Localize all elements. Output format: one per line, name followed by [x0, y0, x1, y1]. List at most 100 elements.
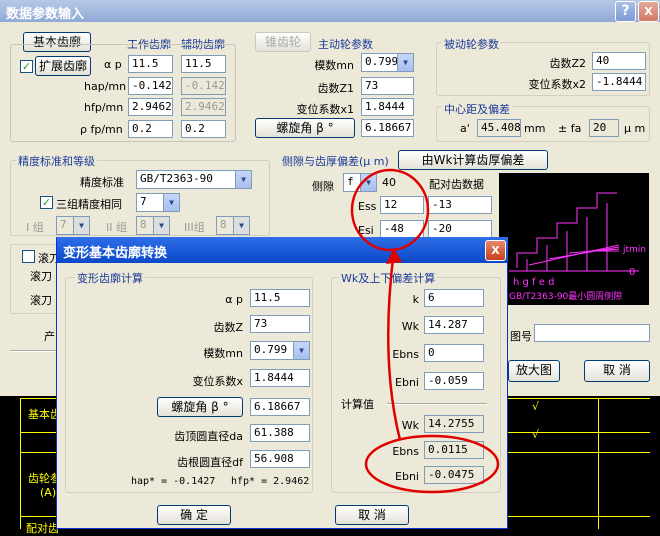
main-cancel-button[interactable]: 取 消 — [584, 360, 650, 382]
a-input: 45.408 — [477, 119, 521, 137]
d-da-input[interactable]: 61.388 — [250, 424, 310, 442]
backlash-select[interactable]: f ▼ — [343, 173, 377, 192]
chevron-down-icon: ▼ — [73, 217, 89, 234]
k-label: k — [412, 293, 419, 306]
a-label: a' — [460, 122, 470, 135]
g1-label: I 组 — [26, 221, 44, 234]
ebni-out-field: -0.0475 — [424, 466, 484, 484]
std-select[interactable]: GB/T2363-90 ▼ — [136, 170, 252, 189]
chevron-down-icon[interactable]: ▼ — [293, 342, 309, 359]
wk-out-field: 14.2755 — [424, 415, 484, 433]
help-button[interactable]: ? — [615, 1, 636, 22]
z2-label: 齿数Z2 — [549, 57, 586, 70]
esi-mate-input[interactable]: -20 — [428, 220, 492, 238]
three-grade-checkbox[interactable]: ✓ — [40, 196, 53, 209]
wk-label: Wk — [401, 320, 419, 333]
g2-label: II 组 — [106, 221, 127, 234]
three-grade-select[interactable]: 7 ▼ — [136, 193, 180, 212]
helix-angle-input[interactable]: 6.18667 — [361, 119, 414, 137]
dialog-ok-button[interactable]: 确 定 — [157, 505, 231, 525]
roll-label-2: 滚刀 — [30, 294, 52, 307]
backlash-header: 侧隙与齿厚偏差(μ m) — [282, 155, 389, 168]
d-mn-select[interactable]: 0.799 ▼ — [250, 341, 310, 360]
hfp-result: hfp* = 2.9462 — [231, 476, 310, 487]
zoom-button[interactable]: 放大图 — [508, 360, 560, 382]
calc-from-wk-button[interactable]: 由Wk计算齿厚偏差 — [398, 150, 548, 170]
z1-input[interactable]: 73 — [361, 77, 414, 95]
g2-select: 8 ▼ — [136, 216, 170, 235]
backlash-value: f — [347, 175, 354, 188]
table-col-line — [20, 398, 21, 529]
esi-input[interactable]: -48 — [380, 220, 424, 238]
g1-value: 7 — [60, 218, 67, 231]
std-value: GB/T2363-90 — [140, 172, 213, 185]
chevron-down-icon[interactable]: ▼ — [235, 171, 251, 188]
deform-group-header: 变形齿廓计算 — [75, 270, 145, 286]
g3-select: 8 ▼ — [216, 216, 250, 235]
center-header: 中心距及偏差 — [442, 101, 512, 117]
row2-sub: (A) — [40, 486, 57, 499]
table-col-line — [598, 398, 599, 529]
chevron-down-icon[interactable]: ▼ — [397, 54, 413, 71]
d-helix-button[interactable]: 螺旋角 β ° — [157, 397, 243, 417]
backlash-extra: 40 — [382, 176, 396, 189]
drawing-no-input[interactable] — [534, 324, 650, 342]
ess-input[interactable]: 12 — [380, 196, 424, 214]
k-input[interactable]: 6 — [424, 289, 484, 307]
diagram-caption: GB/T2363-90最小圆周侧隙 — [509, 290, 622, 302]
ess-mate-input[interactable]: -13 — [428, 196, 492, 214]
dialog-cancel-button[interactable]: 取 消 — [335, 505, 409, 525]
backlash-diagram: jtmin 0 h g f e d GB/T2363-90最小圆周侧隙 — [499, 173, 649, 305]
d-x-label: 变位系数x — [192, 375, 243, 388]
calc-divider — [387, 403, 487, 405]
z2-input[interactable]: 40 — [592, 52, 646, 70]
wk-input[interactable]: 14.287 — [424, 316, 484, 334]
d-df-input[interactable]: 56.908 — [250, 450, 310, 468]
d-alpha-input[interactable]: 11.5 — [250, 289, 310, 307]
roll-checkbox[interactable] — [22, 250, 35, 263]
chevron-down-icon[interactable]: ▼ — [360, 174, 376, 191]
calc-header: 计算值 — [341, 398, 374, 411]
main-titlebar: 数据参数输入 — [0, 0, 660, 22]
g1-select: 7 ▼ — [56, 216, 90, 235]
fa-label: ± fa — [558, 122, 582, 135]
esi-label: Esi — [358, 224, 374, 237]
chevron-down-icon: ▼ — [153, 217, 169, 234]
drawing-no-label: 图号 — [510, 330, 532, 343]
z1-label: 齿数Z1 — [317, 82, 354, 95]
module-select[interactable]: 0.799 ▼ — [361, 53, 414, 72]
bevel-gear-button: 锥齿轮 — [255, 32, 311, 52]
wk-out-label: Wk — [401, 419, 419, 432]
three-grade-label: 三组精度相同 — [56, 198, 122, 211]
d-z-input[interactable]: 73 — [250, 315, 310, 333]
chevron-down-icon[interactable]: ▼ — [163, 194, 179, 211]
diagram-zero: 0 — [629, 267, 635, 278]
product-label: 产 — [44, 330, 55, 343]
ebns-out-field: 0.0115 — [424, 441, 484, 459]
g3-value: 8 — [220, 218, 227, 231]
module-label: 模数mn — [314, 59, 354, 72]
mating-header: 配对齿数据 — [429, 178, 484, 191]
main-close-button[interactable]: X — [638, 1, 659, 22]
g2-value: 8 — [140, 218, 147, 231]
diagram-jtmin: jtmin — [622, 245, 646, 255]
d-x-input[interactable]: 1.8444 — [250, 369, 310, 387]
x1-input[interactable]: 1.8444 — [361, 98, 414, 116]
ebni-input[interactable]: -0.059 — [424, 372, 484, 390]
helix-angle-button[interactable]: 螺旋角 β ° — [255, 118, 355, 138]
d-mn-value: 0.799 — [254, 343, 288, 356]
g3-label: III组 — [184, 221, 205, 234]
x2-input[interactable]: -1.8444 — [592, 73, 646, 91]
std-label: 精度标准 — [80, 176, 124, 189]
diagram-letters: h g f e d — [513, 277, 554, 288]
dialog-title: 变形基本齿廓转换 — [63, 246, 168, 261]
precision-header: 精度标准和等级 — [16, 153, 97, 169]
dialog-close-button[interactable]: X — [485, 240, 506, 261]
d-alpha-label: α p — [225, 293, 243, 306]
ess-label: Ess — [358, 200, 377, 213]
backlash-diagram-svg: jtmin 0 h g f e d GB/T2363-90最小圆周侧隙 — [509, 192, 646, 302]
driven-header: 被动轮参数 — [442, 36, 501, 52]
ebns-input[interactable]: 0 — [424, 344, 484, 362]
d-helix-input[interactable]: 6.18667 — [250, 398, 310, 416]
hap-result: hap* = -0.1427 — [131, 476, 216, 487]
